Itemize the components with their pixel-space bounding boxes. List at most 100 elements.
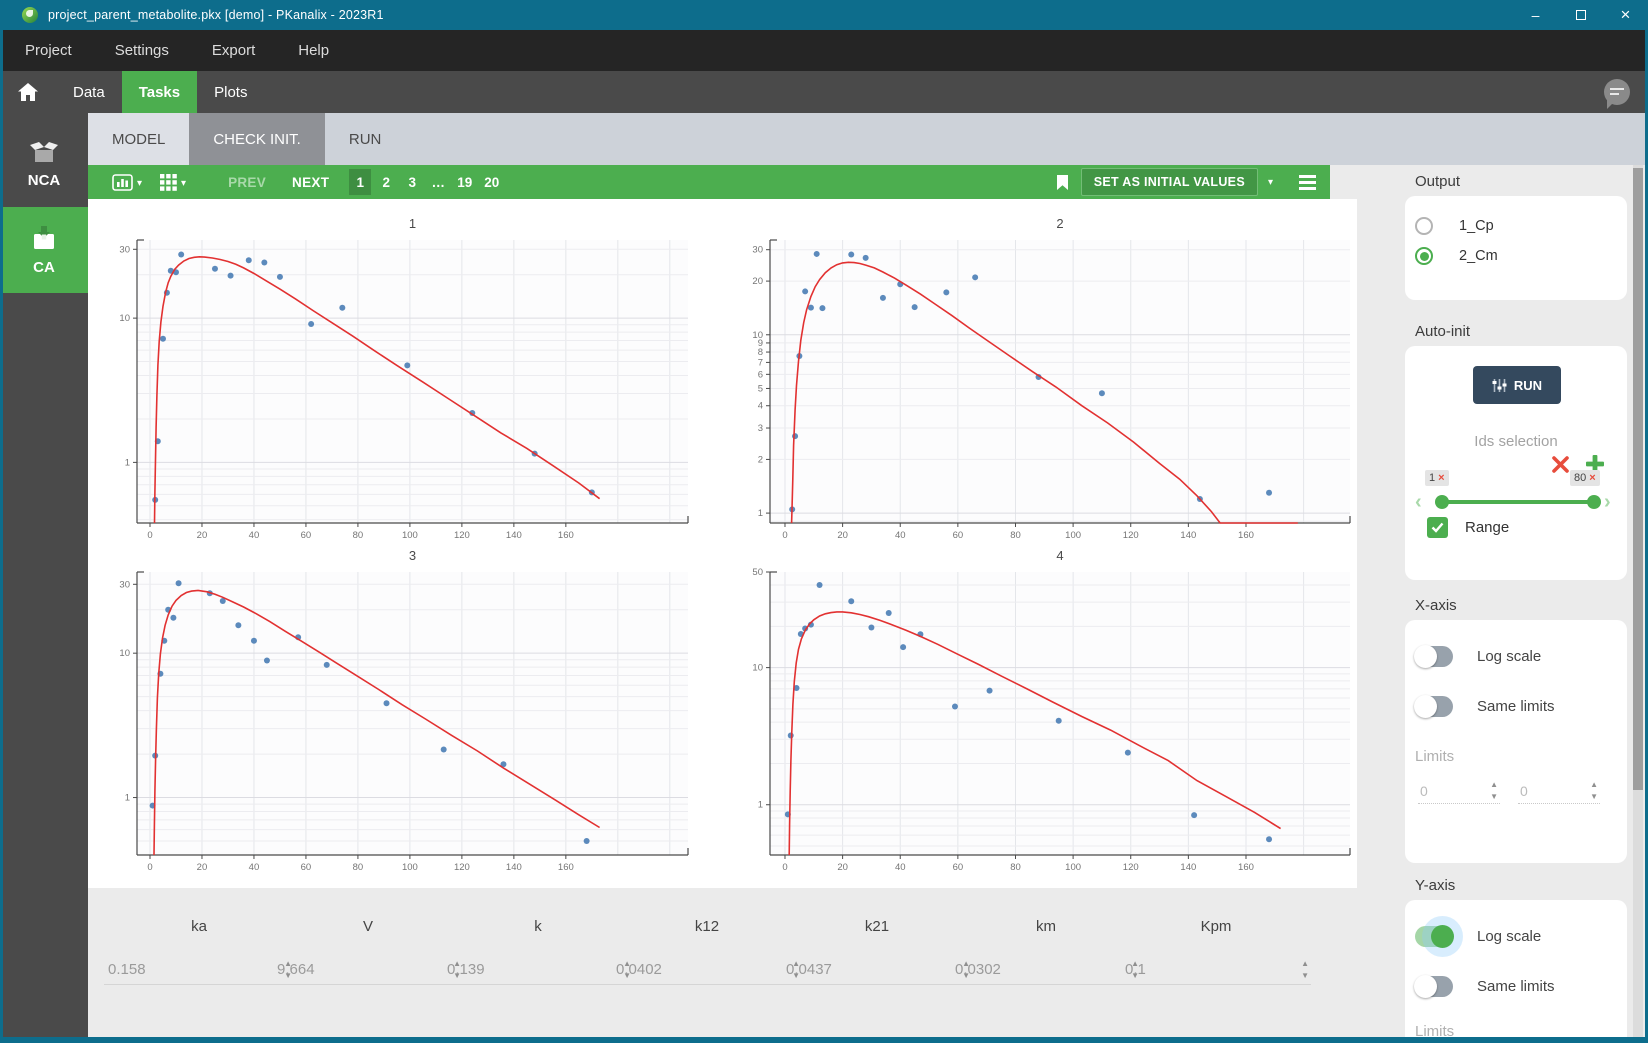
- slider-handle-min[interactable]: [1435, 495, 1449, 509]
- y-same-limits-toggle[interactable]: [1414, 975, 1453, 998]
- radio-label: 1_Cp: [1459, 218, 1494, 234]
- panel-scrollbar[interactable]: [1633, 165, 1643, 1037]
- remove-selection-icon[interactable]: [1551, 455, 1570, 474]
- observation-point: [404, 362, 411, 369]
- slider-max-value: 80: [1574, 472, 1587, 484]
- parameter-bar: ka 0.158 ▲ ▼ V 9.664 ▲ ▼ k 0.139 ▲ ▼ k12 0.…: [88, 888, 1357, 1037]
- slider-left-chevron-icon[interactable]: ‹: [1415, 491, 1422, 514]
- sidebar-item-nca[interactable]: NCA: [0, 121, 88, 207]
- grid-layout-button[interactable]: ▾: [160, 173, 186, 191]
- param-km: km 0.0302 ▲ ▼: [951, 918, 1141, 985]
- param-name: k12: [694, 918, 720, 935]
- auto-init-section-title: Auto-init: [1415, 323, 1471, 340]
- tab-check-init[interactable]: CHECK INIT.: [189, 113, 325, 165]
- ids-range-slider[interactable]: [1435, 495, 1601, 509]
- param-value-input[interactable]: 0.0302: [951, 961, 1001, 978]
- scrollbar-thumb[interactable]: [1633, 168, 1643, 790]
- x-same-limits-toggle[interactable]: [1414, 695, 1453, 718]
- radio-selected-icon[interactable]: [1415, 247, 1433, 265]
- maximize-icon: [1575, 10, 1586, 20]
- slider-max-chip[interactable]: 80 ×: [1570, 470, 1600, 486]
- slider-handle-max[interactable]: [1587, 495, 1601, 509]
- observation-point: [792, 433, 799, 440]
- page-ellipsis: …: [431, 174, 446, 190]
- svg-text:10: 10: [752, 663, 763, 674]
- observation-point: [900, 644, 907, 651]
- observation-point: [263, 657, 270, 664]
- slider-right-chevron-icon[interactable]: ›: [1604, 491, 1611, 514]
- tab-model[interactable]: MODEL: [88, 113, 190, 165]
- menu-help[interactable]: Help: [280, 30, 347, 71]
- set-as-initial-values-button[interactable]: SET AS INITIAL VALUES: [1080, 168, 1258, 196]
- remove-icon[interactable]: ×: [1438, 472, 1444, 484]
- svg-text:160: 160: [558, 530, 574, 541]
- tab-data[interactable]: Data: [56, 71, 122, 113]
- plot-type-button[interactable]: ▾: [112, 173, 142, 191]
- slider-min-chip[interactable]: 1 ×: [1425, 470, 1449, 486]
- page-button-1[interactable]: 1: [349, 169, 372, 195]
- page-button-3[interactable]: 3: [401, 169, 423, 195]
- svg-text:100: 100: [402, 862, 418, 873]
- subplot-4: 0 20 40 60 80 100 120 140 160 50 10 1 4: [752, 548, 1351, 873]
- home-icon: [18, 83, 38, 101]
- param-value-input[interactable]: 0.158: [104, 961, 146, 978]
- param-value-input[interactable]: 0.0437: [782, 961, 832, 978]
- bookmark-icon[interactable]: [1056, 174, 1069, 191]
- observation-point: [862, 254, 869, 261]
- param-value-input[interactable]: 0.1: [1121, 961, 1146, 978]
- menu-export[interactable]: Export: [194, 30, 273, 71]
- feedback-bubble-icon[interactable]: [1604, 79, 1630, 109]
- slider-min-value: 1: [1429, 472, 1436, 484]
- svg-text:6: 6: [758, 369, 763, 380]
- svg-text:160: 160: [1238, 530, 1254, 541]
- limit-stepper[interactable]: ▲ ▼: [1590, 780, 1600, 801]
- maximize-button[interactable]: [1558, 0, 1603, 30]
- observation-point: [440, 746, 447, 753]
- page-button-2[interactable]: 2: [375, 169, 397, 195]
- toggle-label: Log scale: [1477, 648, 1542, 665]
- set-values-dropdown-icon[interactable]: ▾: [1268, 177, 1273, 188]
- param-stepper[interactable]: ▲ ▼: [1301, 959, 1311, 980]
- observation-point: [250, 637, 257, 644]
- param-value-input[interactable]: 0.0402: [612, 961, 662, 978]
- svg-text:60: 60: [953, 530, 964, 541]
- radio-unselected-icon[interactable]: [1415, 217, 1433, 235]
- range-checkbox[interactable]: [1427, 517, 1448, 538]
- observation-point: [583, 838, 590, 845]
- page-button-20[interactable]: 20: [480, 169, 503, 195]
- page-button-19[interactable]: 19: [453, 169, 476, 195]
- limit-stepper[interactable]: ▲ ▼: [1490, 780, 1500, 801]
- x-limit-max-input[interactable]: 0 ▲ ▼: [1518, 778, 1600, 804]
- svg-text:100: 100: [1065, 530, 1081, 541]
- menu-project[interactable]: Project: [7, 30, 90, 71]
- menu-bar: Project Settings Export Help: [0, 30, 1648, 71]
- menu-settings[interactable]: Settings: [97, 30, 187, 71]
- param-value-input[interactable]: 9.664: [273, 961, 315, 978]
- y-log-scale-toggle[interactable]: [1415, 925, 1454, 948]
- svg-text:0: 0: [147, 862, 152, 873]
- sidebar-item-ca[interactable]: CA: [0, 207, 88, 293]
- observation-point: [848, 598, 855, 605]
- svg-text:4: 4: [1056, 548, 1063, 563]
- next-page-button[interactable]: NEXT: [292, 175, 329, 190]
- home-button[interactable]: [0, 71, 56, 113]
- remove-icon[interactable]: ×: [1589, 472, 1595, 484]
- plot-menu-icon[interactable]: [1299, 174, 1316, 190]
- tab-plots[interactable]: Plots: [197, 71, 264, 113]
- x-limit-min-input[interactable]: 0 ▲ ▼: [1418, 778, 1500, 804]
- tab-tasks[interactable]: Tasks: [121, 71, 198, 113]
- output-option-2cm[interactable]: 2_Cm: [1415, 247, 1498, 265]
- observation-point: [159, 335, 166, 342]
- output-option-1cp[interactable]: 1_Cp: [1415, 217, 1494, 235]
- close-button[interactable]: ×: [1603, 0, 1648, 30]
- check-init-plots[interactable]: 0 20 40 60 80 100 120 140 1603010110 20 40 60 80 100 1…: [88, 199, 1357, 888]
- param-value-input[interactable]: 0.139: [443, 961, 485, 978]
- observation-point: [1191, 812, 1198, 819]
- minimize-button[interactable]: –: [1513, 0, 1558, 30]
- svg-text:1: 1: [125, 457, 130, 468]
- svg-text:40: 40: [895, 530, 906, 541]
- tab-run[interactable]: RUN: [325, 113, 406, 165]
- x-log-scale-toggle[interactable]: [1414, 645, 1453, 668]
- auto-init-run-button[interactable]: RUN: [1473, 366, 1561, 404]
- prev-page-button[interactable]: PREV: [228, 175, 266, 190]
